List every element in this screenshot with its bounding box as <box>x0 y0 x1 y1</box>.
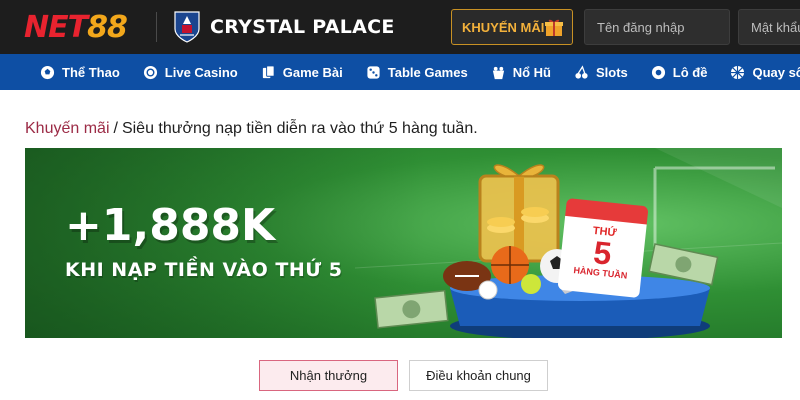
promotions-button-label: KHUYẾN MÃI <box>462 19 545 35</box>
promo-banner: +1,888K KHI NẠP TIỀN VÀO THỨ 5 THỨ 5 HÀN… <box>25 148 782 338</box>
logo-text-88: 88 <box>87 9 128 45</box>
nav-item-label: Table Games <box>387 64 468 80</box>
breadcrumb: Khuyến mãi / Siêu thưởng nạp tiền diễn ra … <box>25 120 478 138</box>
lottery-ball-icon <box>651 65 665 79</box>
nav-item-label: Quay số <box>752 64 800 80</box>
nav-item-label: Thể Thao <box>62 64 120 80</box>
net88-logo[interactable]: NET 88 <box>24 9 128 45</box>
nav-item-sports[interactable]: Thể Thao <box>40 65 120 80</box>
nav-item-label: Game Bài <box>282 64 343 80</box>
casino-chip-icon <box>143 65 157 79</box>
nav-item-label: Slots <box>595 64 628 80</box>
password-input[interactable] <box>738 9 800 45</box>
logo-text-net: NET <box>24 9 88 45</box>
breadcrumb-separator: / <box>113 120 118 137</box>
cherries-icon <box>575 64 588 79</box>
promotions-button[interactable]: KHUYẾN MÃI <box>451 9 573 45</box>
tab-claim-reward[interactable]: Nhận thưởng <box>259 360 398 391</box>
calendar-graphic: THỨ 5 HÀNG TUẦN <box>557 197 649 299</box>
bonus-amount: +1,888K <box>65 200 276 251</box>
breadcrumb-promotions-link[interactable]: Khuyến mãi <box>25 120 110 137</box>
nav-item-lottery[interactable]: Lô đề <box>651 64 708 80</box>
gift-icon <box>545 19 563 36</box>
nav-item-label: Lô đề <box>672 64 708 80</box>
bonus-subline: KHI NẠP TIỀN VÀO THỨ 5 <box>65 259 343 281</box>
username-input[interactable] <box>584 9 730 45</box>
tab-general-terms[interactable]: Điều khoản chung <box>409 360 548 391</box>
nav-item-label: Live Casino <box>164 64 238 80</box>
slot-pot-icon <box>492 66 504 79</box>
tab-claim-reward-label: Nhận thưởng <box>289 368 368 383</box>
nav-item-number-draw[interactable]: Quay số <box>730 65 800 80</box>
calendar-page: THỨ 5 HÀNG TUẦN <box>557 215 647 299</box>
dice-icon <box>367 65 380 79</box>
cards-icon <box>262 64 275 78</box>
nav-item-table-games[interactable]: Table Games <box>366 65 468 80</box>
nav-item-jackpot[interactable]: Nổ Hũ <box>491 65 551 80</box>
header-divider <box>156 12 157 42</box>
nav-item-slots[interactable]: Slots <box>574 65 628 80</box>
crystal-palace-crest-icon <box>174 11 200 43</box>
main-nav: Thể Thao Live Casino Game Bài Table Game… <box>0 54 800 90</box>
club-name: CRYSTAL PALACE <box>210 16 395 38</box>
nav-item-label: Nổ Hũ <box>512 64 551 80</box>
top-header: NET 88 CRYSTAL PALACE KHUYẾN MÃI <box>0 0 800 54</box>
wheel-icon <box>731 65 745 79</box>
breadcrumb-current: Siêu thưởng nạp tiền diễn ra vào thứ 5 h… <box>121 120 478 137</box>
soccer-ball-icon <box>40 65 55 79</box>
tab-general-terms-label: Điều khoản chung <box>426 368 531 383</box>
nav-item-live-casino[interactable]: Live Casino <box>143 65 238 80</box>
nav-item-card-games[interactable]: Game Bài <box>261 65 343 80</box>
